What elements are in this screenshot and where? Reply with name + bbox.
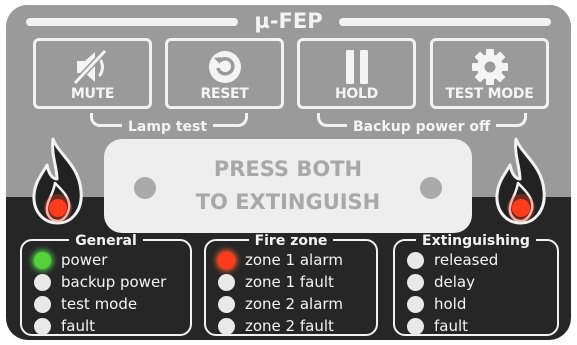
hold-label: HOLD	[335, 86, 378, 102]
reset-label: RESET	[200, 86, 249, 102]
status-row-test-mode: test mode	[34, 293, 137, 315]
status-label: zone 2 fault	[245, 317, 334, 335]
status-label: zone 2 alarm	[245, 295, 343, 313]
extinguish-instruction[interactable]: PRESS BOTH TO EXTINGUISH	[164, 153, 412, 219]
extinguishing-group: Extinguishing released delay hold fault	[393, 233, 559, 337]
title-rule-right	[339, 18, 551, 26]
status-led	[407, 295, 424, 313]
status-led	[34, 273, 51, 291]
status-row-zone-1-alarm: zone 1 alarm	[218, 249, 343, 271]
extinguish-plate: PRESS BOTH TO EXTINGUISH	[104, 139, 472, 233]
test-mode-button[interactable]: TEST MODE	[430, 38, 549, 109]
status-row-fault: fault	[34, 315, 95, 337]
status-row-zone-2-alarm: zone 2 alarm	[218, 293, 343, 315]
status-row-zone-1-fault: zone 1 fault	[218, 271, 334, 293]
reset-button[interactable]: RESET	[165, 38, 284, 109]
status-row-released: released	[407, 249, 498, 271]
lamp-test-label: Lamp test	[122, 118, 214, 136]
fire-panel: µ-FEP MUTE RESET HOLD TEST MODE Lamp tes…	[6, 5, 571, 340]
status-row-hold: hold	[407, 293, 466, 315]
hold-button[interactable]: HOLD	[297, 38, 416, 109]
flame-icon[interactable]	[29, 135, 87, 227]
status-led	[34, 317, 51, 335]
status-label: fault	[434, 317, 469, 335]
flame-icon-right[interactable]	[492, 135, 550, 227]
status-label: zone 1 alarm	[245, 251, 343, 269]
fire-zone-title: Fire zone	[248, 233, 334, 249]
status-led	[407, 273, 424, 291]
general-group: General power backup power test mode fau…	[20, 233, 192, 337]
fire-zone-group: Fire zone zone 1 alarm zone 1 fault zone…	[204, 233, 378, 337]
status-led	[218, 273, 235, 291]
plate-screw-right	[420, 177, 442, 199]
status-label: test mode	[61, 295, 138, 313]
status-led	[218, 251, 235, 269]
status-label: delay	[434, 273, 475, 291]
title-rule-left	[26, 18, 238, 26]
status-led	[407, 251, 424, 269]
status-row-zone-2-fault: zone 2 fault	[218, 315, 334, 337]
plate-screw-left	[134, 177, 156, 199]
backup-power-off-label: Backup power off	[347, 118, 497, 136]
status-label: zone 1 fault	[245, 273, 334, 291]
extinguish-line1: PRESS BOTH	[213, 157, 363, 181]
gear-icon	[433, 47, 546, 87]
extinguish-line2: TO EXTINGUISH	[195, 190, 381, 214]
status-label: power	[61, 251, 108, 269]
reset-icon	[168, 47, 281, 87]
extinguishing-title: Extinguishing	[416, 233, 536, 249]
status-led	[34, 295, 51, 313]
status-led	[407, 317, 424, 335]
panel-title: µ-FEP	[254, 9, 323, 33]
status-led	[218, 317, 235, 335]
speaker-muted-icon	[36, 47, 149, 87]
mute-label: MUTE	[70, 86, 115, 102]
status-row-delay: delay	[407, 271, 475, 293]
status-led	[218, 295, 235, 313]
mute-button[interactable]: MUTE	[33, 38, 152, 109]
status-row-ext-fault: fault	[407, 315, 468, 337]
status-label: fault	[61, 317, 96, 335]
status-label: backup power	[61, 273, 167, 291]
test-mode-label: TEST MODE	[445, 86, 534, 102]
status-label: hold	[434, 295, 467, 313]
pause-icon	[300, 47, 413, 87]
status-row-backup-power: backup power	[34, 271, 166, 293]
status-row-power: power	[34, 249, 107, 271]
status-led	[34, 251, 51, 269]
general-title: General	[69, 233, 143, 249]
status-label: released	[434, 251, 499, 269]
